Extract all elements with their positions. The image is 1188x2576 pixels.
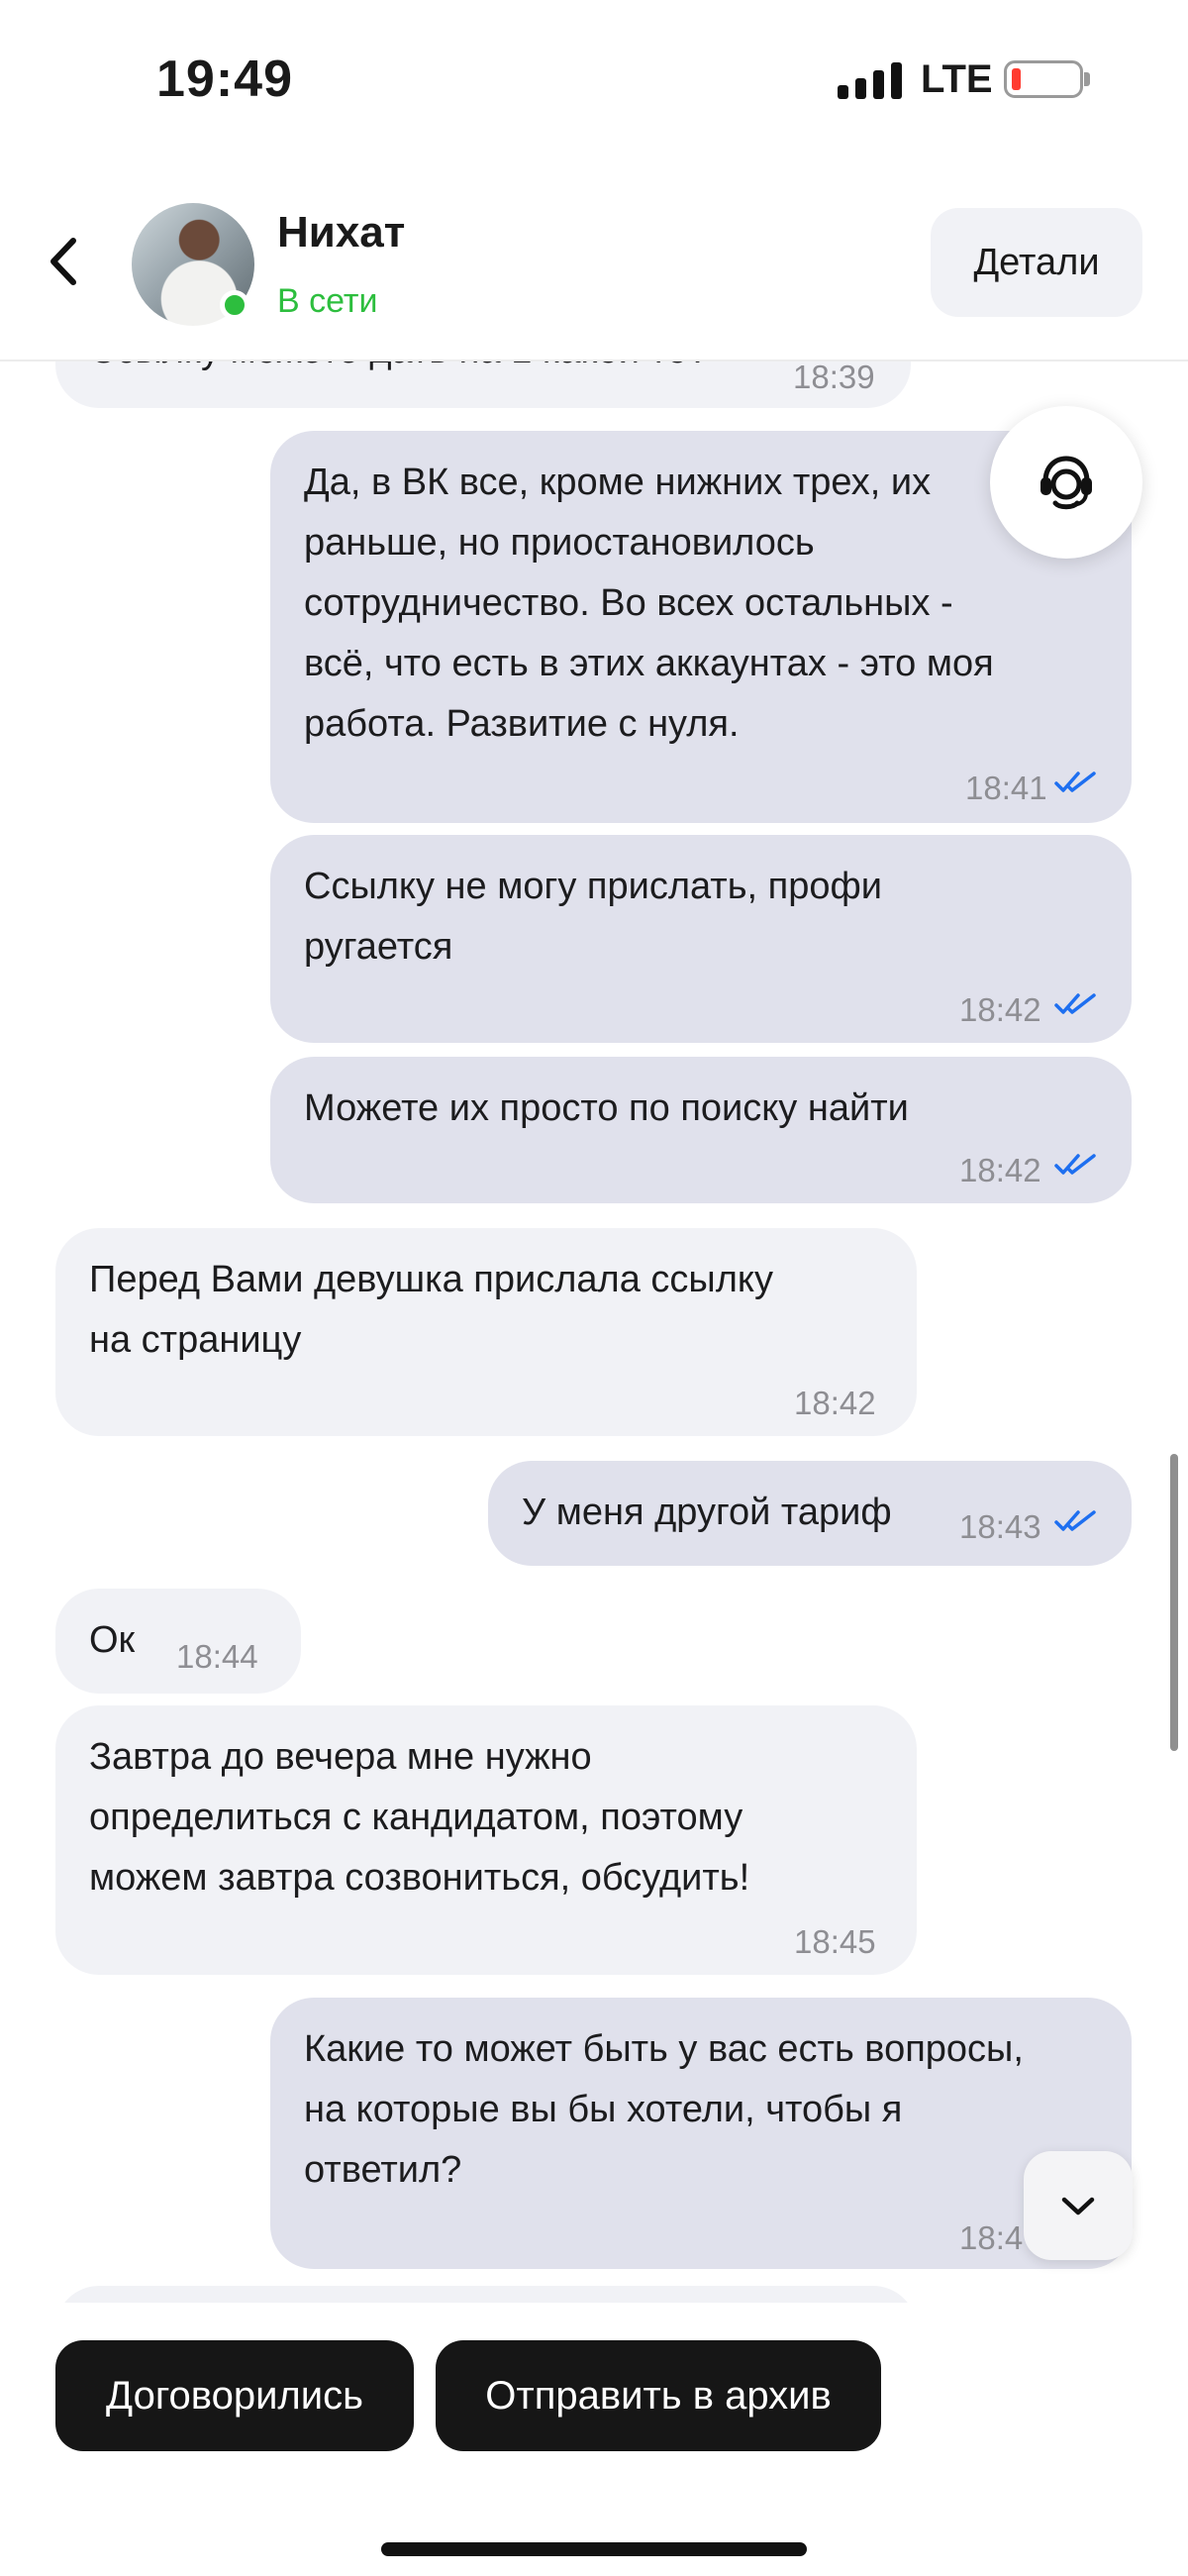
double-check-icon	[1054, 993, 1096, 1014]
chevron-down-icon	[1061, 2197, 1095, 2215]
message-time: 18:44	[176, 1638, 258, 1675]
double-check-icon	[1054, 1510, 1096, 1531]
message-time: 18:41	[965, 770, 1047, 806]
action-bar: Договорились Отправить в архив	[0, 2303, 1188, 2576]
status-bar: 19:49 LTE	[0, 0, 1188, 163]
network-type: LTE	[921, 57, 993, 101]
message-incoming[interactable]: Завтра до вечера мне нужно определиться …	[55, 1705, 917, 1975]
back-button[interactable]	[40, 229, 89, 294]
message-time: 18:45	[794, 1923, 876, 1960]
message-incoming[interactable]	[55, 2286, 917, 2303]
message-incoming[interactable]: Перед Вами девушка прислала ссылку на ст…	[55, 1228, 917, 1436]
cellular-signal-icon	[838, 59, 902, 99]
message-text: всё, что есть в этих аккаунтах - это моя	[304, 643, 994, 684]
scrollbar[interactable]	[1170, 1454, 1178, 1751]
archive-button[interactable]: Отправить в архив	[436, 2340, 881, 2451]
message-text: на страницу	[89, 1319, 302, 1361]
double-check-icon	[1054, 1154, 1096, 1175]
message-text: Какие то может быть у вас есть вопросы,	[304, 2028, 1024, 2070]
message-text: Да, в ВК все, кроме нижних трех, их	[304, 462, 932, 503]
online-indicator	[220, 290, 249, 320]
scroll-down-button[interactable]	[1024, 2151, 1133, 2260]
message-text: ругается	[304, 926, 453, 968]
chat-header: Нихат В сети Детали	[0, 163, 1188, 361]
battery-icon	[1004, 60, 1083, 98]
message-time: 18:42	[794, 1385, 876, 1421]
message-text: работа. Развитие с нуля.	[304, 703, 740, 745]
message-text: Ссылку не могу прислать, профи	[304, 866, 882, 907]
contact-name[interactable]: Нихат	[277, 208, 405, 258]
message-outgoing[interactable]: Ссылку не могу прислать, профи ругается …	[270, 835, 1132, 1043]
support-agent-icon	[1040, 456, 1092, 510]
message-text: Завтра до вечера мне нужно	[89, 1736, 592, 1778]
message-text: ответил?	[304, 2149, 462, 2191]
message-text: сотрудничество. Во всех остальных -	[304, 582, 953, 624]
status-time: 19:49	[156, 51, 293, 108]
message-incoming[interactable]: Ок 18:44	[55, 1589, 301, 1694]
message-text: на которые вы бы хотели, чтобы я	[304, 2089, 903, 2130]
message-text: можем завтра созвониться, обсудить!	[89, 1857, 750, 1899]
message-text: Перед Вами девушка прислала ссылку	[89, 1259, 773, 1300]
message-time: 18:42	[959, 1152, 1041, 1188]
message-outgoing[interactable]: Какие то может быть у вас есть вопросы, …	[270, 1998, 1132, 2269]
double-check-icon	[1054, 772, 1096, 792]
chevron-left-icon	[50, 238, 76, 285]
message-text: определиться с кандидатом, поэтому	[89, 1797, 743, 1838]
support-button[interactable]	[990, 406, 1142, 559]
message-time: 18:42	[959, 991, 1041, 1028]
message-time: 18:43	[959, 1508, 1041, 1545]
agreed-button[interactable]: Договорились	[55, 2340, 414, 2451]
contact-status: В сети	[277, 282, 378, 320]
message-text: раньше, но приостановилось	[304, 522, 815, 564]
message-outgoing[interactable]: Можете их просто по поиску найти 18:42	[270, 1057, 1132, 1203]
message-outgoing[interactable]: У меня другой тариф 18:43	[488, 1461, 1132, 1566]
home-indicator[interactable]	[381, 2542, 807, 2556]
battery-tip	[1084, 72, 1090, 86]
message-time: 18:4	[959, 2219, 1024, 2256]
message-list[interactable]: Ссылку можете дать на 1 какой то? 18:39 …	[0, 337, 1188, 2303]
message-text: Можете их просто по поиску найти	[304, 1087, 909, 1129]
details-button[interactable]: Детали	[931, 208, 1142, 317]
